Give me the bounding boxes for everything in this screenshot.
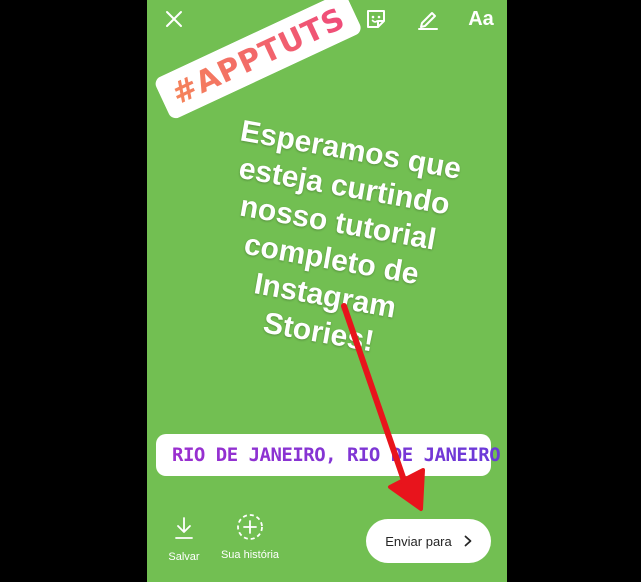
- caption-text[interactable]: Esperamos que esteja curtindo nosso tuto…: [192, 110, 477, 372]
- hashtag-text: #APPTUTS: [166, 1, 351, 113]
- location-text: RIO DE JANEIRO, RIO DE JANEIRO: [172, 444, 501, 466]
- send-to-button[interactable]: Enviar para: [366, 519, 491, 563]
- text-tool-button[interactable]: Aa: [465, 6, 497, 32]
- chevron-right-icon: [464, 535, 472, 547]
- your-story-label: Sua história: [220, 549, 280, 561]
- sticker-icon: [367, 10, 385, 28]
- send-to-label: Enviar para: [385, 533, 452, 549]
- your-story-button[interactable]: Sua história: [215, 514, 285, 561]
- close-button[interactable]: [161, 6, 187, 32]
- close-icon: [166, 11, 182, 27]
- pen-icon: [418, 12, 438, 30]
- story-canvas: Aa #APPTUTS Esperamos que esteja curtind…: [147, 0, 507, 582]
- save-button[interactable]: Salvar: [149, 516, 219, 563]
- save-label: Salvar: [168, 551, 200, 563]
- location-sticker[interactable]: RIO DE JANEIRO, RIO DE JANEIRO: [156, 434, 501, 476]
- draw-button[interactable]: [415, 6, 441, 32]
- download-icon: [175, 517, 193, 539]
- sticker-button[interactable]: [363, 6, 389, 32]
- add-story-icon: [237, 514, 263, 540]
